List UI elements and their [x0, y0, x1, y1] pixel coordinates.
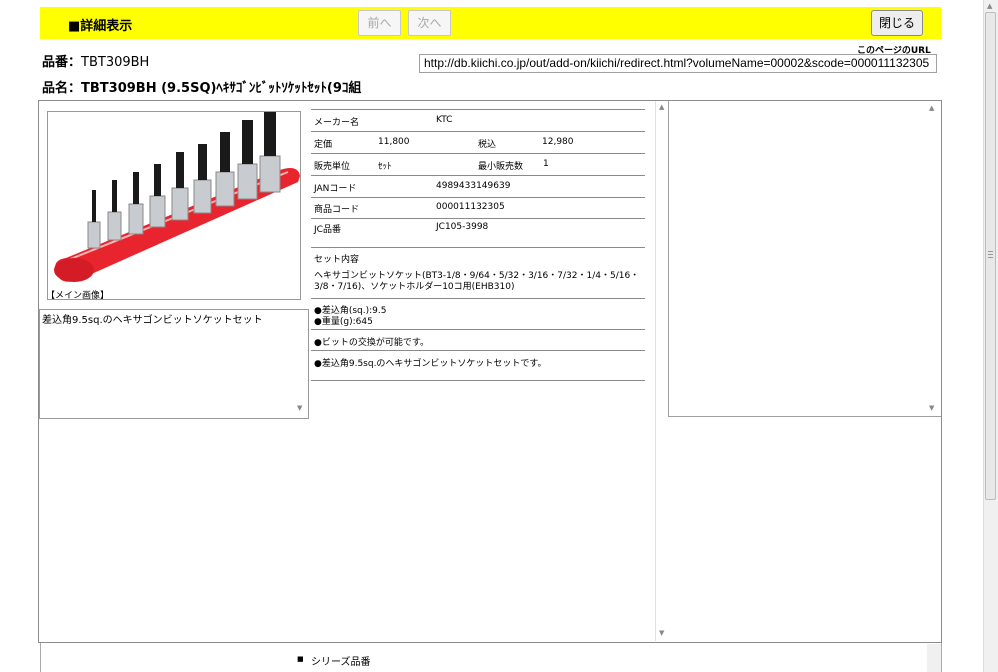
feature-1: ●ビットの交換が可能です。	[314, 338, 429, 348]
series-scrollbar[interactable]	[927, 644, 941, 672]
description-box[interactable]: 差込角9.5sq.のヘキサゴンビットソケットセット	[39, 309, 309, 419]
list-price-value: 11,800	[378, 137, 410, 147]
feature-2: ●差込角9.5sq.のヘキサゴンビットソケットセットです。	[314, 359, 547, 369]
min-qty-label: 最小販売数	[478, 162, 524, 172]
product-image	[54, 112, 300, 282]
maker-value: KTC	[436, 115, 453, 125]
main-image-frame	[47, 111, 301, 300]
bullet-icon: ■	[297, 655, 304, 663]
image-caption: 【メイン画像】	[46, 291, 110, 301]
next-button[interactable]: 次へ	[408, 10, 451, 36]
jc-label: JC品番	[314, 225, 341, 235]
scroll-down-icon[interactable]: ▼	[659, 629, 664, 637]
page-scroll-thumb[interactable]	[985, 12, 996, 500]
spec-weight: ●重量(g):645	[314, 317, 373, 327]
product-code-value: 000011132305	[436, 202, 505, 212]
product-code-label: 商品コード	[314, 205, 360, 215]
right-panel	[668, 101, 941, 417]
page-title: ■詳細表示	[68, 19, 133, 34]
right-panel-scrollbar[interactable]: ▲ ▼	[926, 102, 940, 416]
header-bar: ■詳細表示 前へ 次へ 閉じる	[40, 7, 941, 39]
series-panel: ■ シリーズ品番	[40, 643, 942, 672]
description-scrollbar[interactable]: ▼	[294, 310, 308, 418]
list-price-label: 定価	[314, 140, 333, 150]
jc-value: JC105-3998	[436, 222, 489, 232]
min-qty-value: 1	[543, 159, 549, 169]
scroll-down-icon[interactable]: ▼	[297, 404, 302, 412]
scroll-up-icon[interactable]: ▲	[987, 2, 992, 10]
set-contents-label: セット内容	[314, 255, 360, 265]
page-url-field[interactable]: http://db.kiichi.co.jp/out/add-on/kiichi…	[419, 54, 937, 73]
jan-value: 4989433149639	[436, 181, 511, 191]
maker-label: メーカー名	[314, 118, 360, 128]
hinmei-label: 品名：	[42, 81, 82, 96]
scroll-up-icon[interactable]: ▲	[659, 103, 664, 111]
sales-unit-label: 販売単位	[314, 162, 351, 172]
tax-in-value: 12,980	[542, 137, 574, 147]
hinmei-value: TBT309BH (9.5SQ)ﾍｷｻｺﾞﾝﾋﾞｯﾄｿｹｯﾄｾｯﾄ(9ｺ組	[81, 81, 362, 96]
prev-button[interactable]: 前へ	[358, 10, 401, 36]
hinban-value: TBT309BH	[81, 55, 150, 70]
set-contents-value: ヘキサゴンビットソケット(BT3-1/8・9/64・5/32・3/16・7/32…	[314, 271, 640, 292]
tax-in-label: 税込	[478, 140, 497, 150]
hinban-label: 品番：	[42, 55, 82, 70]
description-text: 差込角9.5sq.のヘキサゴンビットソケットセット	[42, 315, 263, 326]
series-label: シリーズ品番	[311, 657, 371, 668]
scroll-down-icon[interactable]: ▼	[929, 404, 934, 412]
scroll-up-icon[interactable]: ▲	[929, 104, 934, 112]
close-button[interactable]: 閉じる	[871, 10, 923, 36]
sales-unit-value: ｾｯﾄ	[378, 162, 392, 172]
jan-label: JANコード	[314, 184, 357, 194]
hinban-row: 品番：TBT309BH	[42, 51, 149, 70]
hinmei-row: 品名：TBT309BH (9.5SQ)ﾍｷｻｺﾞﾝﾋﾞｯﾄｿｹｯﾄｾｯﾄ(9ｺ組	[42, 77, 361, 96]
